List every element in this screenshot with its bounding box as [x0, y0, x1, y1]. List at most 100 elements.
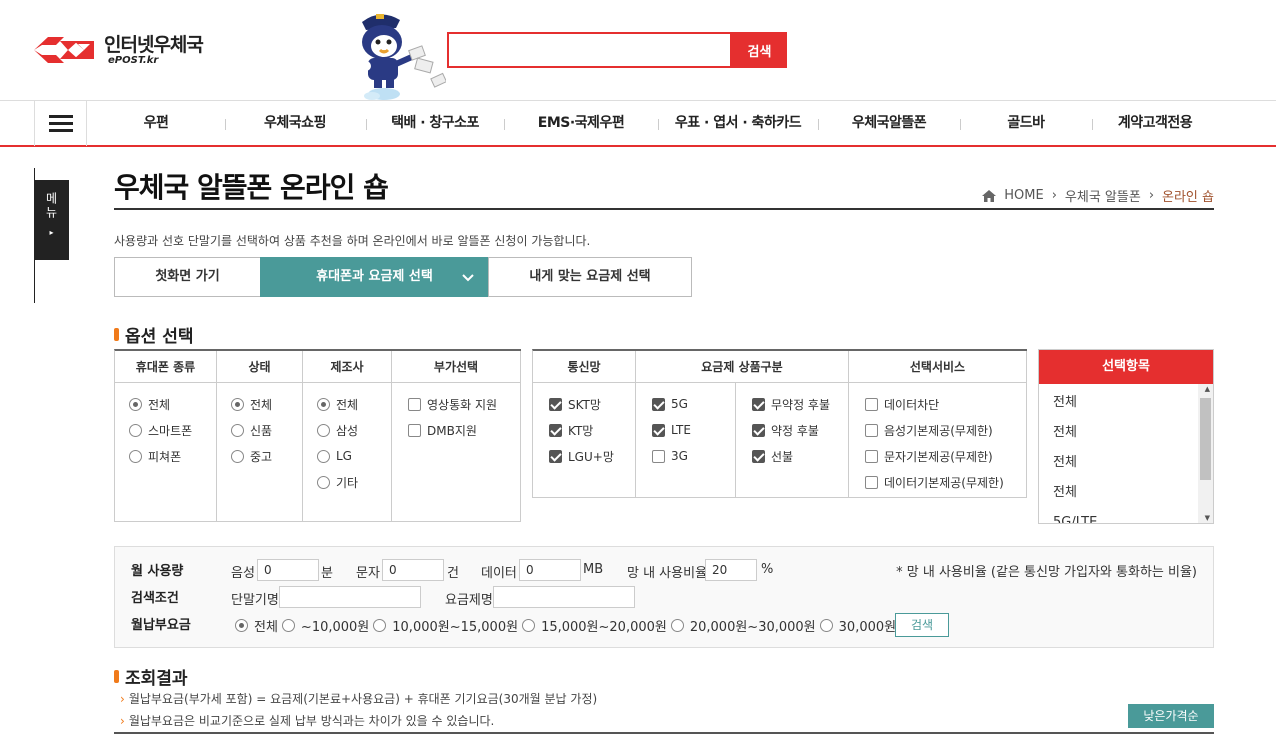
network-option[interactable]: LGU+망 — [549, 443, 635, 469]
radio-icon[interactable] — [231, 423, 244, 437]
scroll-down-icon[interactable]: ▼ — [1205, 514, 1210, 522]
radio-icon[interactable] — [129, 449, 142, 463]
scrollbar-thumb[interactable] — [1200, 398, 1211, 480]
radio-icon[interactable] — [317, 397, 330, 411]
extra-option[interactable]: DMB지원 — [408, 417, 520, 443]
nav-item-shopping[interactable]: 우체국쇼핑 — [228, 101, 362, 146]
option-label: 문자기본제공(무제한) — [884, 449, 993, 464]
checkbox-icon[interactable] — [652, 397, 665, 411]
service-option[interactable]: 데이터차단 — [865, 391, 1026, 417]
sort-low-price-button[interactable]: 낮은가격순 — [1128, 704, 1214, 728]
option-label: 음성기본제공(무제한) — [884, 423, 993, 438]
nav-item-goldbar[interactable]: 골드바 — [960, 101, 1092, 146]
maker-option[interactable]: 삼성 — [317, 417, 391, 443]
radio-icon[interactable] — [231, 449, 244, 463]
checkbox-icon[interactable] — [652, 423, 665, 437]
checkbox-icon[interactable] — [549, 397, 562, 411]
sms-input[interactable]: 0 — [382, 559, 444, 581]
voice-unit: 분 — [321, 566, 333, 581]
maker-header: 제조사 — [303, 351, 391, 383]
status-column: 상태 전체 신품 중고 — [217, 351, 303, 521]
monthly-fee-label: 월납부요금 — [131, 618, 191, 633]
radio-icon[interactable] — [522, 619, 536, 632]
checkbox-icon[interactable] — [408, 397, 421, 411]
radio-icon[interactable] — [231, 397, 244, 411]
phone-type-option[interactable]: 전체 — [129, 391, 216, 417]
checkbox-icon[interactable] — [752, 397, 765, 411]
tab-home[interactable]: 첫화면 가기 — [114, 257, 261, 297]
service-option[interactable]: 데이터기본제공(무제한) — [865, 469, 1026, 495]
checkbox-icon[interactable] — [865, 397, 878, 411]
checkbox-icon[interactable] — [408, 423, 421, 437]
status-option[interactable]: 전체 — [231, 391, 302, 417]
nav-item-contract[interactable]: 계약고객전용 — [1092, 101, 1218, 146]
site-search-input[interactable] — [449, 34, 730, 66]
radio-icon[interactable] — [373, 619, 387, 632]
plan-pay-option[interactable]: 선불 — [752, 443, 848, 469]
side-menu-tab[interactable]: 메뉴 ▸ — [34, 180, 69, 260]
checkbox-icon[interactable] — [752, 449, 765, 463]
site-search-button[interactable]: 검색 — [732, 32, 787, 68]
site-header: 인터넷우체국 ePOST.kr 검색 — [0, 0, 1276, 100]
network-option[interactable]: KT망 — [549, 417, 635, 443]
ratio-input[interactable]: 20 — [705, 559, 757, 581]
checkbox-icon[interactable] — [549, 449, 562, 463]
radio-icon[interactable] — [670, 619, 684, 632]
checkbox-icon[interactable] — [752, 423, 765, 437]
checkbox-icon[interactable] — [865, 449, 878, 463]
nav-item-mail[interactable]: 우편 — [90, 101, 222, 146]
nav-item-parcel[interactable]: 택배 · 창구소포 — [366, 101, 504, 146]
phone-type-option[interactable]: 스마트폰 — [129, 417, 216, 443]
selected-items-list[interactable]: 전체 전체 전체 전체 5G/LTE ▲ ▼ — [1039, 384, 1213, 523]
chevron-down-icon — [462, 274, 474, 282]
radio-icon[interactable] — [281, 619, 295, 632]
scrollbar[interactable]: ▲ ▼ — [1198, 384, 1213, 523]
data-label: 데이터 — [481, 566, 517, 581]
nav-item-mvno[interactable]: 우체국알뜰폰 — [818, 101, 960, 146]
checkbox-icon[interactable] — [652, 449, 665, 463]
service-option[interactable]: 문자기본제공(무제한) — [865, 443, 1026, 469]
extra-option[interactable]: 영상통화 지원 — [408, 391, 520, 417]
epost-logo[interactable]: 인터넷우체국 ePOST.kr — [34, 30, 204, 70]
tab-phone-plan[interactable]: 휴대폰과 요금제 선택 — [260, 257, 489, 297]
radio-icon[interactable] — [235, 619, 248, 632]
data-input[interactable]: 0 — [519, 559, 581, 581]
checkbox-icon[interactable] — [865, 423, 878, 437]
radio-icon[interactable] — [317, 475, 330, 489]
nav-item-ems[interactable]: EMS·국제우편 — [504, 101, 658, 146]
plan-gen-option[interactable]: LTE — [652, 417, 735, 443]
plan-pay-option[interactable]: 약정 후불 — [752, 417, 848, 443]
checkbox-icon[interactable] — [865, 475, 878, 489]
plan-name-input[interactable] — [493, 586, 635, 608]
radio-icon[interactable] — [317, 449, 330, 463]
radio-icon[interactable] — [129, 397, 142, 411]
maker-option[interactable]: 전체 — [317, 391, 391, 417]
main-navigation: 우편 우체국쇼핑 택배 · 창구소포 EMS·국제우편 우표 · 엽서 · 축하… — [0, 100, 1276, 147]
plan-gen-option[interactable]: 5G — [652, 391, 735, 417]
device-name-input[interactable] — [279, 586, 421, 608]
service-option[interactable]: 음성기본제공(무제한) — [865, 417, 1026, 443]
status-option[interactable]: 중고 — [231, 443, 302, 469]
tab-recommend-plan[interactable]: 내게 맞는 요금제 선택 — [488, 257, 692, 297]
maker-option[interactable]: 기타 — [317, 469, 391, 495]
breadcrumb-home[interactable]: HOME — [1004, 188, 1043, 203]
checkbox-icon[interactable] — [549, 423, 562, 437]
breadcrumb-mvno[interactable]: 우체국 알뜰폰 — [1065, 186, 1141, 205]
plan-gen-option[interactable]: 3G — [652, 443, 735, 469]
fee-option-label: 20,000원~30,000원 — [689, 620, 816, 635]
voice-input[interactable]: 0 — [257, 559, 319, 581]
plan-pay-option[interactable]: 무약정 후불 — [752, 391, 848, 417]
radio-icon[interactable] — [819, 619, 833, 632]
option-label: 데이터차단 — [884, 397, 940, 412]
hamburger-menu-icon[interactable] — [34, 101, 87, 146]
radio-icon[interactable] — [129, 423, 142, 437]
nav-item-stamps[interactable]: 우표 · 엽서 · 축하카드 — [658, 101, 818, 146]
status-option[interactable]: 신품 — [231, 417, 302, 443]
tab-phone-plan-label: 휴대폰과 요금제 선택 — [316, 269, 433, 284]
condition-search-button[interactable]: 검색 — [895, 613, 949, 637]
radio-icon[interactable] — [317, 423, 330, 437]
phone-type-option[interactable]: 피쳐폰 — [129, 443, 216, 469]
network-option[interactable]: SKT망 — [549, 391, 635, 417]
maker-option[interactable]: LG — [317, 443, 391, 469]
scroll-up-icon[interactable]: ▲ — [1205, 385, 1210, 393]
